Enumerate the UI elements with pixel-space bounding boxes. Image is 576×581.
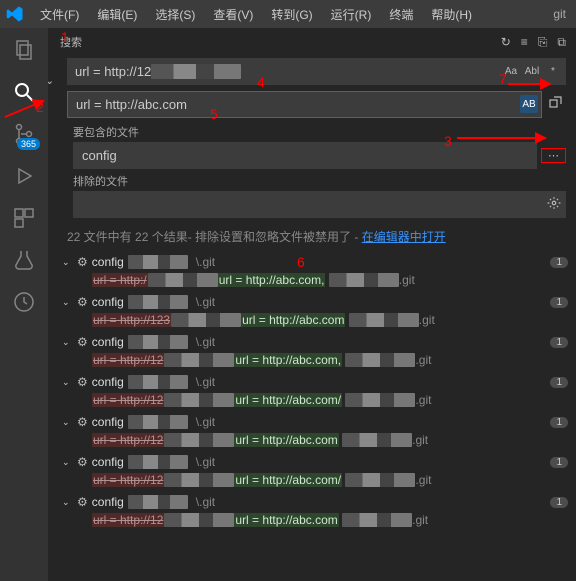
replace-all-icon[interactable] [548,94,564,113]
exclude-input[interactable] [73,191,566,218]
whole-word-icon[interactable]: Abl [523,62,541,80]
menu-help[interactable]: 帮助(H) [423,2,480,27]
result-file[interactable]: ⌄⚙configxxxxxx\.git1 [62,493,568,511]
window-title: git [553,7,570,21]
new-file-icon[interactable]: ⎘ [538,35,548,50]
menu-run[interactable]: 运行(R) [323,2,380,27]
regex-icon[interactable]: * [544,62,562,80]
source-control-icon[interactable]: 365 [10,120,38,148]
gear-icon: ⚙ [77,255,88,269]
use-gitignore-icon[interactable] [547,196,561,213]
result-file[interactable]: ⌄⚙configxxxxxx\.git1 [62,253,568,271]
result-line[interactable]: url = http://12xxxxxxxurl = http://abc.c… [62,511,568,529]
result-line[interactable]: url = http://123xxxxxxxurl = http://abc.… [62,311,568,329]
include-input[interactable] [73,142,537,169]
result-file[interactable]: ⌄⚙configxxxxxx\.git1 [62,453,568,471]
explorer-icon[interactable] [10,36,38,64]
gear-icon: ⚙ [77,295,88,309]
open-in-editor-link[interactable]: 在编辑器中打开 [362,230,446,244]
result-line[interactable]: url = http:/xxxxxxxurl = http://abc.com,… [62,271,568,289]
gear-icon: ⚙ [77,455,88,469]
result-line[interactable]: url = http://12xxxxxxxurl = http://abc.c… [62,351,568,369]
panel-title: 搜索 [60,34,82,50]
more-options-icon[interactable]: ⋯ [541,148,566,163]
result-file[interactable]: ⌄⚙configxxxxxx\.git1 [62,333,568,351]
vscode-logo-icon [6,5,24,23]
scm-badge: 365 [17,138,40,150]
result-file[interactable]: ⌄⚙configxxxxxx\.git1 [62,413,568,431]
toggle-replace-icon[interactable]: ⌄ [48,74,54,87]
preserve-case-icon[interactable]: AB [520,95,538,113]
result-line[interactable]: url = http://12xxxxxxxurl = http://abc.c… [62,391,568,409]
extensions-icon[interactable] [10,204,38,232]
match-count-badge: 1 [550,497,568,508]
menu-terminal[interactable]: 终端 [381,2,421,27]
match-case-icon[interactable]: Aa [502,62,520,80]
search-input[interactable] [67,58,566,85]
timeline-icon[interactable] [10,288,38,316]
include-label: 要包含的文件 [73,124,566,140]
result-line[interactable]: url = http://12xxxxxxxurl = http://abc.c… [62,431,568,449]
gear-icon: ⚙ [77,375,88,389]
activity-bar: 365 [0,28,48,581]
menu-goto[interactable]: 转到(G) [263,2,320,27]
match-count-badge: 1 [550,457,568,468]
collapse-icon[interactable]: ⧉ [557,35,566,50]
search-panel: 搜索 ↻ ≡ ⎘ ⧉ ⌄ url = http://12xxxxxxxxxxx … [48,28,576,581]
gear-icon: ⚙ [77,335,88,349]
gear-icon: ⚙ [77,495,88,509]
result-line[interactable]: url = http://12xxxxxxxurl = http://abc.c… [62,471,568,489]
menu-view[interactable]: 查看(V) [205,2,261,27]
match-count-badge: 1 [550,257,568,268]
match-count-badge: 1 [550,297,568,308]
menu-select[interactable]: 选择(S) [147,2,203,27]
results-summary: 22 文件中有 22 个结果- 排除设置和忽略文件被禁用了 - 在编辑器中打开 [48,224,576,251]
clear-icon[interactable]: ≡ [521,35,528,50]
gear-icon: ⚙ [77,415,88,429]
menu-file[interactable]: 文件(F) [32,2,87,27]
match-count-badge: 1 [550,377,568,388]
match-count-badge: 1 [550,337,568,348]
match-count-badge: 1 [550,417,568,428]
testing-icon[interactable] [10,246,38,274]
menu-edit[interactable]: 编辑(E) [89,2,145,27]
refresh-icon[interactable]: ↻ [501,35,511,50]
result-file[interactable]: ⌄⚙configxxxxxx\.git1 [62,293,568,311]
results-tree[interactable]: ⌄⚙configxxxxxx\.git1url = http:/xxxxxxxu… [48,251,576,581]
result-file[interactable]: ⌄⚙configxxxxxx\.git1 [62,373,568,391]
search-icon[interactable] [10,78,38,106]
run-debug-icon[interactable] [10,162,38,190]
exclude-label: 排除的文件 [73,173,566,189]
replace-input[interactable] [67,91,542,118]
menubar: 文件(F) 编辑(E) 选择(S) 查看(V) 转到(G) 运行(R) 终端 帮… [0,0,576,28]
